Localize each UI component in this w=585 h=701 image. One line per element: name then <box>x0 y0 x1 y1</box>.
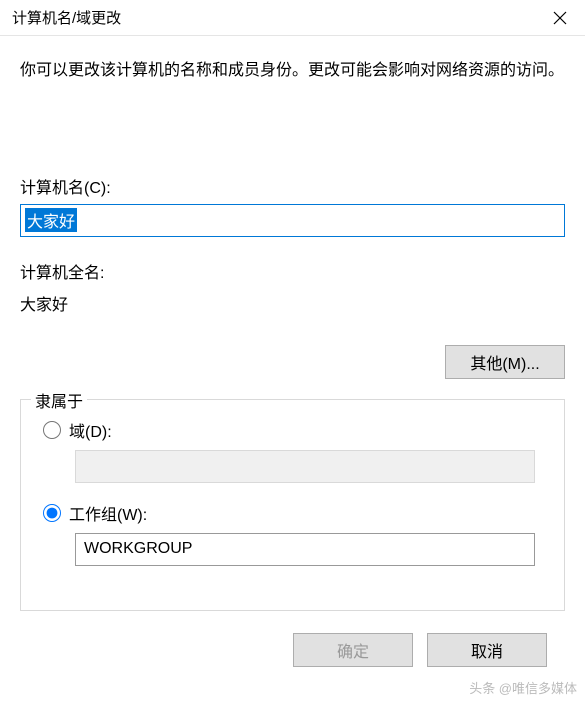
cancel-button[interactable]: 取消 <box>427 633 547 667</box>
dialog-title: 计算机名/域更改 <box>12 7 121 28</box>
member-of-title: 隶属于 <box>31 388 87 412</box>
domain-input <box>75 450 535 483</box>
domain-radio[interactable] <box>43 421 61 439</box>
workgroup-radio[interactable] <box>43 504 61 522</box>
ok-button: 确定 <box>293 633 413 667</box>
titlebar: 计算机名/域更改 <box>0 0 585 36</box>
more-button[interactable]: 其他(M)... <box>445 345 565 379</box>
full-name-label: 计算机全名: <box>20 259 565 283</box>
domain-radio-label[interactable]: 域(D): <box>69 418 112 442</box>
dialog-content: 你可以更改该计算机的名称和成员身份。更改可能会影响对网络资源的访问。 计算机名(… <box>0 36 585 667</box>
watermark-text: 头条 @唯信多媒体 <box>469 678 577 697</box>
workgroup-input[interactable] <box>75 533 535 566</box>
full-name-section: 计算机全名: 大家好 <box>20 259 565 315</box>
close-button[interactable] <box>535 0 585 36</box>
member-of-groupbox: 隶属于 域(D): 工作组(W): <box>20 399 565 611</box>
computer-name-input[interactable]: 大家好 <box>20 204 565 237</box>
workgroup-radio-label[interactable]: 工作组(W): <box>69 501 147 525</box>
computer-name-value: 大家好 <box>25 208 77 232</box>
computer-name-label: 计算机名(C): <box>20 174 565 198</box>
close-icon <box>553 11 567 25</box>
full-name-value: 大家好 <box>20 291 565 315</box>
description-text: 你可以更改该计算机的名称和成员身份。更改可能会影响对网络资源的访问。 <box>20 58 565 84</box>
